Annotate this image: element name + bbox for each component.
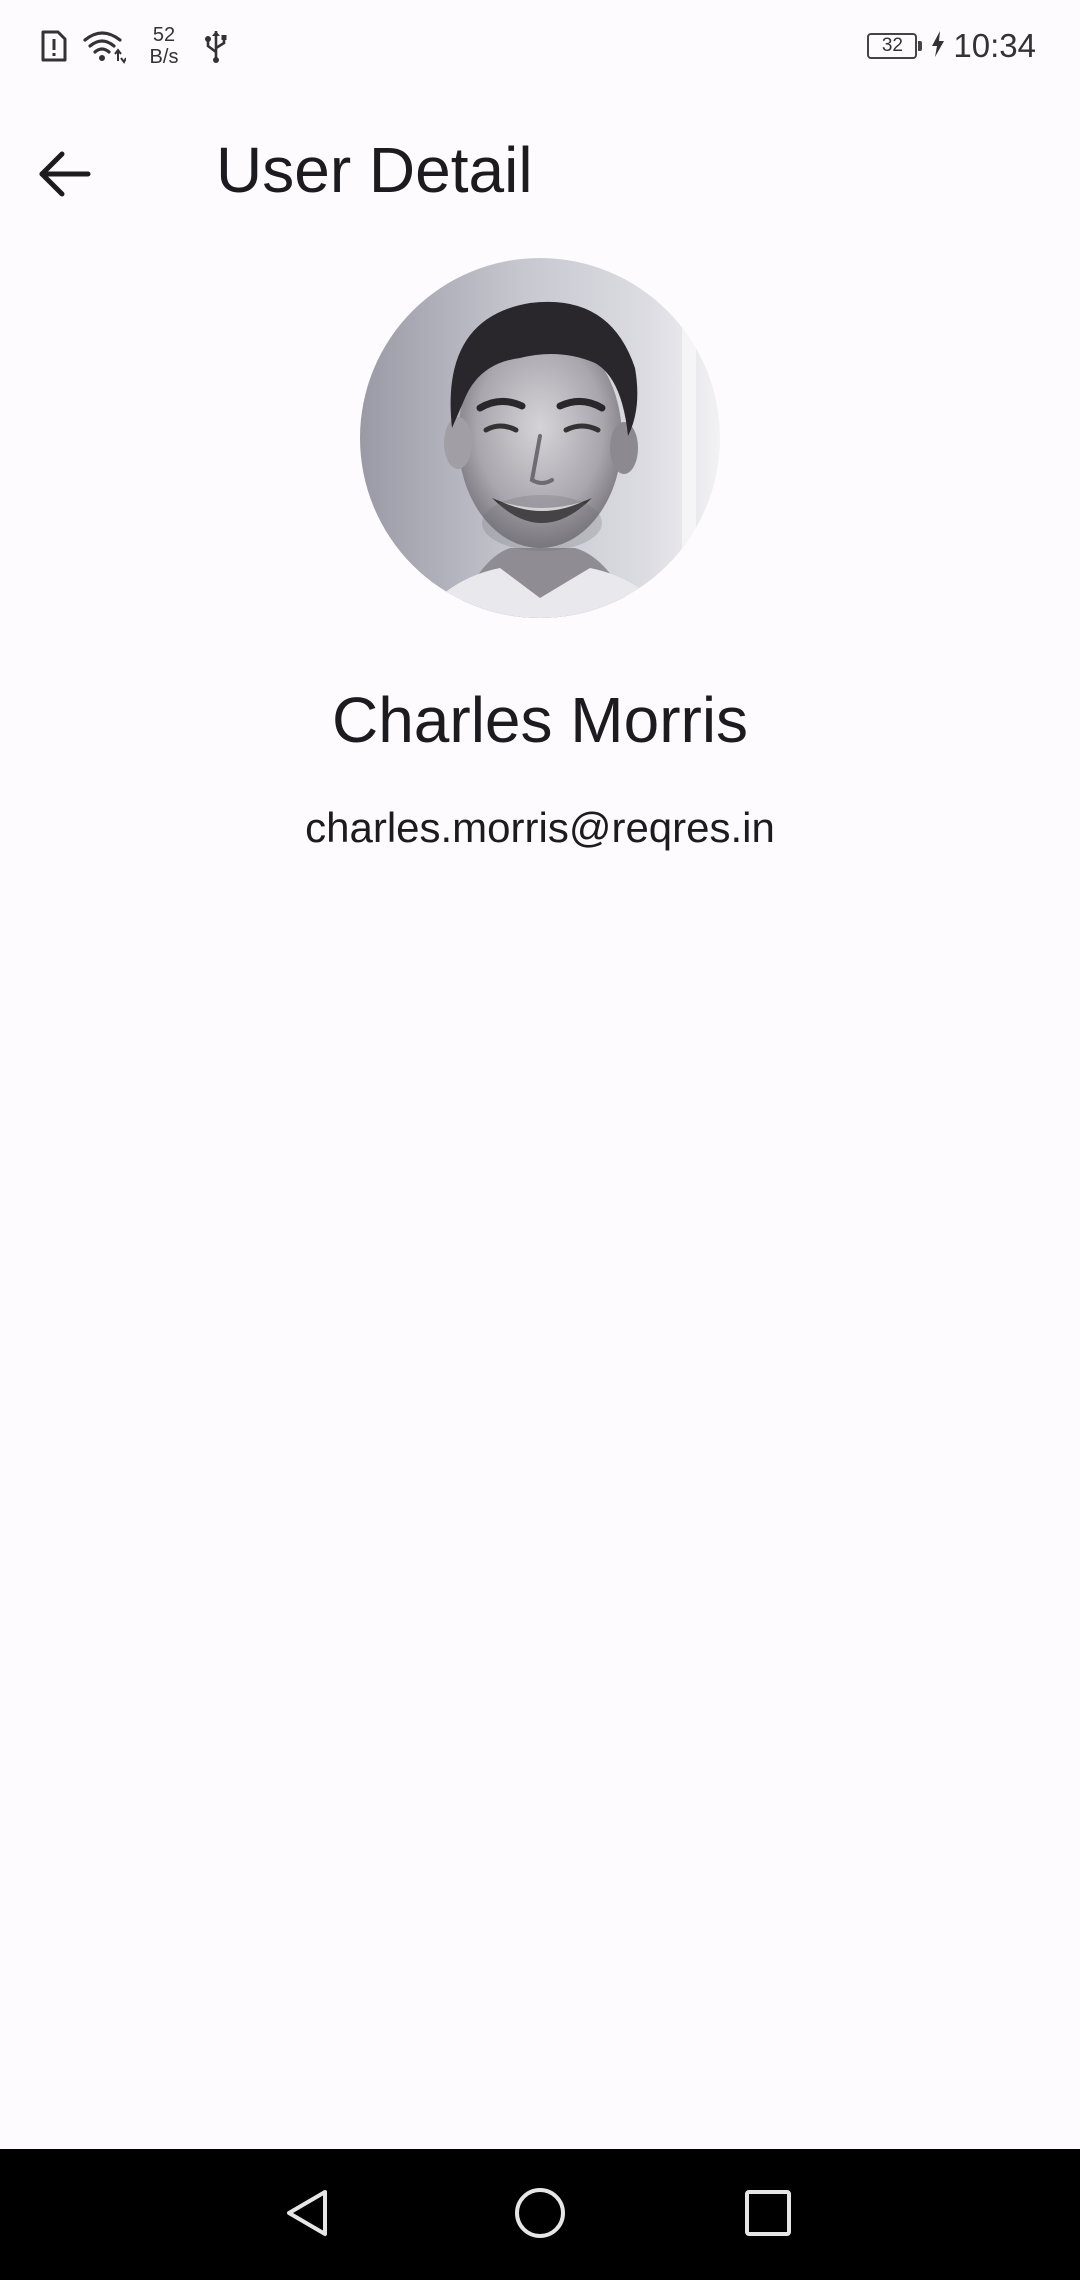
nav-back-icon (281, 2186, 335, 2245)
arrow-back-icon (36, 149, 92, 204)
network-speed-unit: B/s (149, 46, 179, 68)
back-button[interactable] (36, 138, 132, 214)
status-bar-left: 52 B/s (40, 18, 230, 74)
avatar-photo (360, 258, 720, 618)
network-speed: 52 B/s (140, 24, 188, 68)
avatar (360, 258, 720, 618)
user-email: charles.morris@reqres.in (305, 804, 775, 851)
page-title: User Detail (216, 134, 533, 206)
nav-back-button[interactable] (268, 2179, 348, 2251)
wifi-icon (82, 28, 126, 64)
network-speed-value: 52 (152, 24, 176, 46)
app-bar: User Detail (0, 92, 1080, 252)
status-bar: 52 B/s 32 10:34 (0, 0, 1080, 92)
status-bar-right: 32 10:34 (867, 18, 1036, 74)
screen: 52 B/s 32 10:34 User Detail Charles Morr… (0, 0, 1080, 2280)
system-navigation-bar (0, 2149, 1080, 2280)
charging-icon (931, 30, 945, 63)
battery-level: 32 (881, 35, 903, 56)
sim-alert-icon (40, 29, 68, 63)
nav-home-button[interactable] (500, 2179, 580, 2251)
nav-recents-button[interactable] (728, 2179, 808, 2251)
usb-icon (202, 28, 230, 64)
user-name: Charles Morris (331, 684, 749, 756)
nav-recents-icon (743, 2188, 793, 2243)
clock: 10:34 (953, 27, 1036, 64)
nav-home-icon (512, 2185, 568, 2246)
battery-icon: 32 (867, 33, 923, 59)
